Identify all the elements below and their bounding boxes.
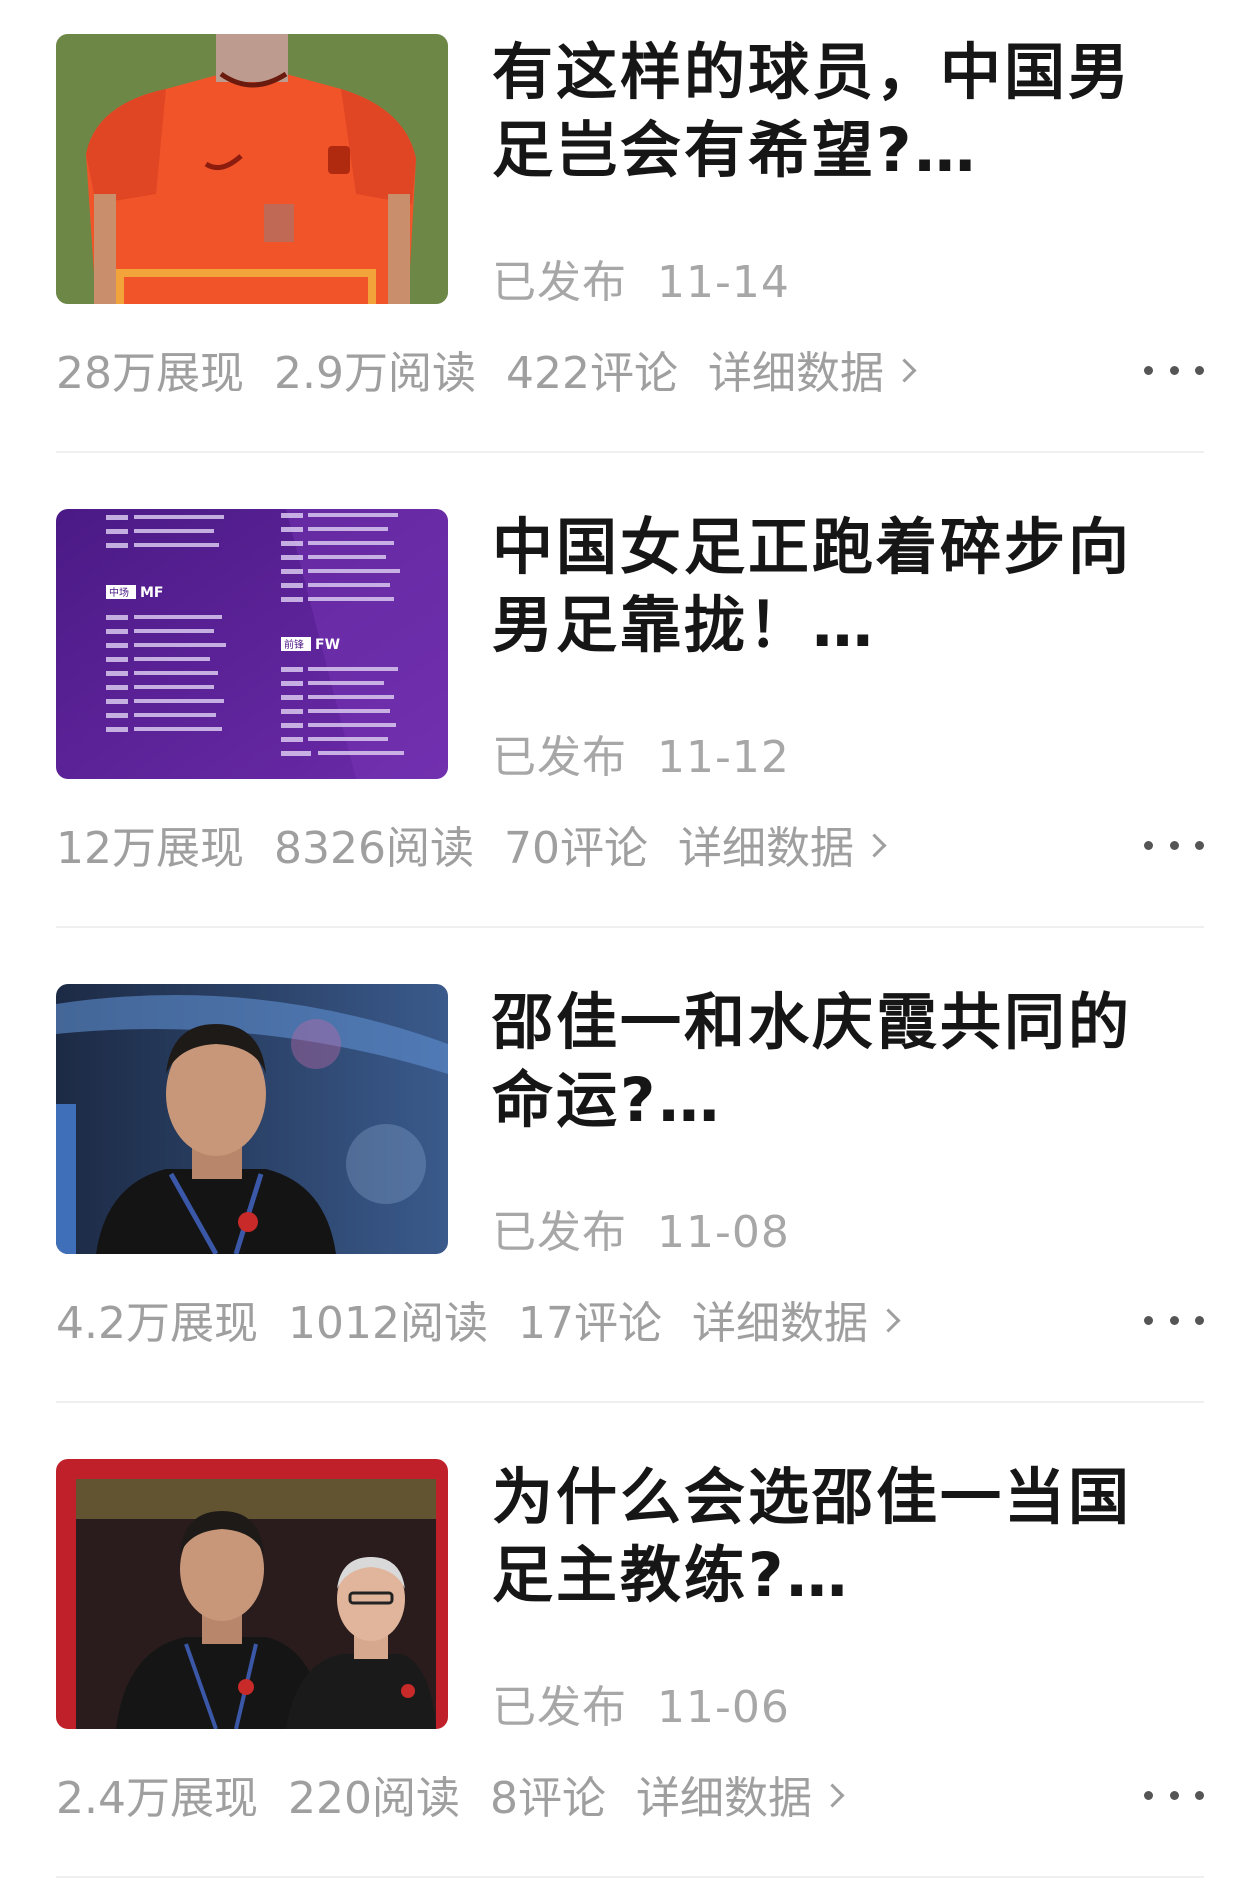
coach-portrait-image xyxy=(56,984,448,1254)
article-feed: 有这样的球员，中国男足岂会有希望?… 已发布 11-14 28万展现 2.9万阅读… xyxy=(0,0,1260,1896)
coaches-sideline-image xyxy=(56,1459,448,1729)
fw-label: 前锋 xyxy=(284,638,304,651)
article-card[interactable]: 有这样的球员，中国男足岂会有希望?… 已发布 11-14 28万展现 2.9万阅读… xyxy=(56,34,1204,454)
detail-data-label: 详细数据 xyxy=(707,348,884,399)
more-options-icon[interactable] xyxy=(1144,823,1204,867)
reads-count: 2.9万阅读 xyxy=(274,348,476,399)
mf-label: 中场 xyxy=(109,586,129,599)
comments-count: 422评论 xyxy=(505,348,678,399)
article-card[interactable]: 中场 MF 前锋 FW 中国女足正跑着碎步向男足靠拢！… 已发布 11-12 12… xyxy=(56,509,1204,929)
article-card[interactable]: 为什么会选邵佳一当国足主教练?… 已发布 11-06 2.4万展现 220阅读 8… xyxy=(56,1459,1204,1879)
publish-date: 11-14 xyxy=(657,257,790,308)
publish-info: 已发布 11-12 xyxy=(492,721,790,785)
comments-count: 17评论 xyxy=(517,1298,662,1349)
article-thumbnail[interactable] xyxy=(56,984,448,1254)
article-thumbnail[interactable]: 中场 MF 前锋 FW xyxy=(56,509,448,779)
detail-data-label: 详细数据 xyxy=(691,1298,868,1349)
detail-data-link[interactable]: 详细数据 xyxy=(691,1287,901,1351)
published-label: 已发布 xyxy=(492,257,627,308)
detail-data-label: 详细数据 xyxy=(677,823,854,874)
detail-data-link[interactable]: 详细数据 xyxy=(635,1762,845,1826)
impressions-count: 4.2万展现 xyxy=(56,1298,258,1349)
more-options-icon[interactable] xyxy=(1144,1298,1204,1342)
comments-count: 70评论 xyxy=(503,823,648,874)
published-label: 已发布 xyxy=(492,1207,627,1258)
publish-info: 已发布 11-14 xyxy=(492,246,790,310)
publish-date: 11-08 xyxy=(657,1207,790,1258)
publish-date: 11-12 xyxy=(657,732,790,783)
fw-code: FW xyxy=(315,637,340,653)
chevron-right-icon xyxy=(892,357,917,383)
article-stats: 28万展现 2.9万阅读 422评论 详细数据 xyxy=(56,334,917,404)
publish-date: 11-06 xyxy=(657,1682,790,1733)
publish-info: 已发布 11-08 xyxy=(492,1196,790,1260)
more-options-icon[interactable] xyxy=(1144,348,1204,392)
article-title[interactable]: 有这样的球员，中国男足岂会有希望?… xyxy=(492,34,1192,190)
article-thumbnail[interactable] xyxy=(56,34,448,304)
publish-info: 已发布 11-06 xyxy=(492,1671,790,1735)
reads-count: 220阅读 xyxy=(287,1773,460,1824)
article-title[interactable]: 邵佳一和水庆霞共同的命运?… xyxy=(492,984,1192,1140)
comments-count: 8评论 xyxy=(489,1773,606,1824)
article-title[interactable]: 为什么会选邵佳一当国足主教练?… xyxy=(492,1459,1192,1615)
chevron-right-icon xyxy=(862,832,887,858)
article-title[interactable]: 中国女足正跑着碎步向男足靠拢！… xyxy=(492,509,1192,665)
article-card[interactable]: 邵佳一和水庆霞共同的命运?… 已发布 11-08 4.2万展现 1012阅读 17… xyxy=(56,984,1204,1404)
detail-data-link[interactable]: 详细数据 xyxy=(677,812,887,876)
roster-list-image: 中场 MF 前锋 FW xyxy=(56,509,448,779)
player-orange-jersey-image xyxy=(56,34,448,304)
article-thumbnail[interactable] xyxy=(56,1459,448,1729)
published-label: 已发布 xyxy=(492,732,627,783)
mf-code: MF xyxy=(140,585,164,601)
impressions-count: 2.4万展现 xyxy=(56,1773,258,1824)
chevron-right-icon xyxy=(876,1307,901,1333)
detail-data-link[interactable]: 详细数据 xyxy=(707,337,917,401)
article-stats: 12万展现 8326阅读 70评论 详细数据 xyxy=(56,809,887,879)
divider xyxy=(56,1401,1204,1403)
divider xyxy=(56,1876,1204,1878)
article-stats: 2.4万展现 220阅读 8评论 详细数据 xyxy=(56,1759,845,1829)
chevron-right-icon xyxy=(820,1782,845,1808)
impressions-count: 12万展现 xyxy=(56,823,244,874)
divider xyxy=(56,451,1204,453)
divider xyxy=(56,926,1204,928)
detail-data-label: 详细数据 xyxy=(635,1773,812,1824)
published-label: 已发布 xyxy=(492,1682,627,1733)
more-options-icon[interactable] xyxy=(1144,1773,1204,1817)
article-stats: 4.2万展现 1012阅读 17评论 详细数据 xyxy=(56,1284,901,1354)
reads-count: 8326阅读 xyxy=(274,823,474,874)
reads-count: 1012阅读 xyxy=(287,1298,488,1349)
impressions-count: 28万展现 xyxy=(56,348,244,399)
